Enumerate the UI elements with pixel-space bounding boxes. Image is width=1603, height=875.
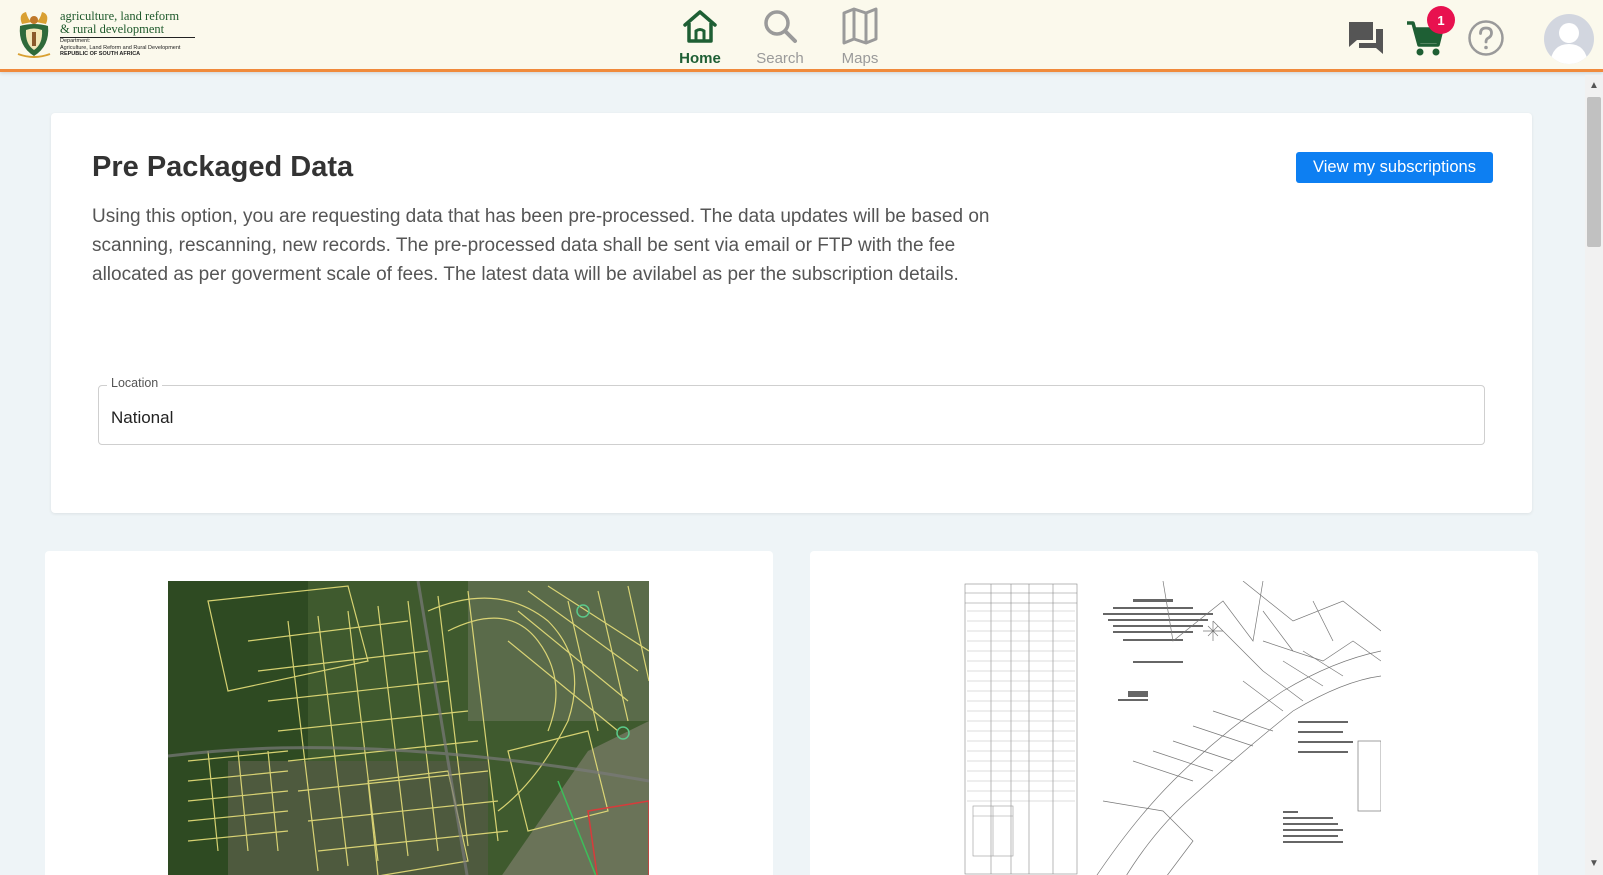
location-field[interactable]: Location [98, 376, 1485, 445]
page-scrollbar[interactable]: ▲ ▼ [1585, 75, 1603, 875]
nav-home[interactable]: Home [660, 6, 740, 67]
cart-count-badge: 1 [1427, 6, 1455, 34]
view-subscriptions-button[interactable]: View my subscriptions [1296, 152, 1493, 183]
scroll-down-icon[interactable]: ▼ [1585, 855, 1603, 871]
general-plan-image [963, 581, 1381, 875]
aerial-map-image [168, 581, 649, 875]
page-title: Pre Packaged Data [92, 151, 354, 183]
page-description: Using this option, you are requesting da… [92, 206, 990, 285]
pre-packaged-card: Pre Packaged Data View my subscriptions … [51, 113, 1532, 513]
logo-country: REPUBLIC OF SOUTH AFRICA [60, 51, 141, 57]
scroll-thumb[interactable] [1587, 97, 1601, 247]
map-icon [840, 6, 880, 46]
product-card[interactable] [810, 551, 1538, 875]
scroll-up-icon[interactable]: ▲ [1585, 77, 1603, 93]
search-icon [760, 6, 800, 46]
location-label: Location [107, 376, 163, 390]
home-icon [680, 6, 720, 46]
nav-search[interactable]: Search [740, 6, 820, 67]
nav-home-label: Home [679, 50, 721, 67]
cart-button[interactable]: 1 [1405, 6, 1455, 58]
nav-search-label: Search [756, 50, 804, 67]
user-icon [1550, 23, 1588, 64]
avatar[interactable] [1544, 14, 1594, 64]
main-nav: Home Search Maps [660, 6, 900, 67]
top-header: agriculture, land reform & rural develop… [0, 0, 1603, 72]
coat-of-arms-icon [14, 10, 54, 60]
chat-icon[interactable] [1346, 18, 1386, 58]
location-input[interactable] [111, 408, 1411, 428]
nav-maps-label: Maps [841, 50, 879, 67]
department-logo[interactable]: agriculture, land reform & rural develop… [14, 10, 199, 64]
help-icon[interactable] [1466, 18, 1506, 58]
logo-line-2: & rural development [60, 23, 195, 38]
nav-maps[interactable]: Maps [820, 6, 900, 67]
product-card[interactable] [45, 551, 773, 875]
